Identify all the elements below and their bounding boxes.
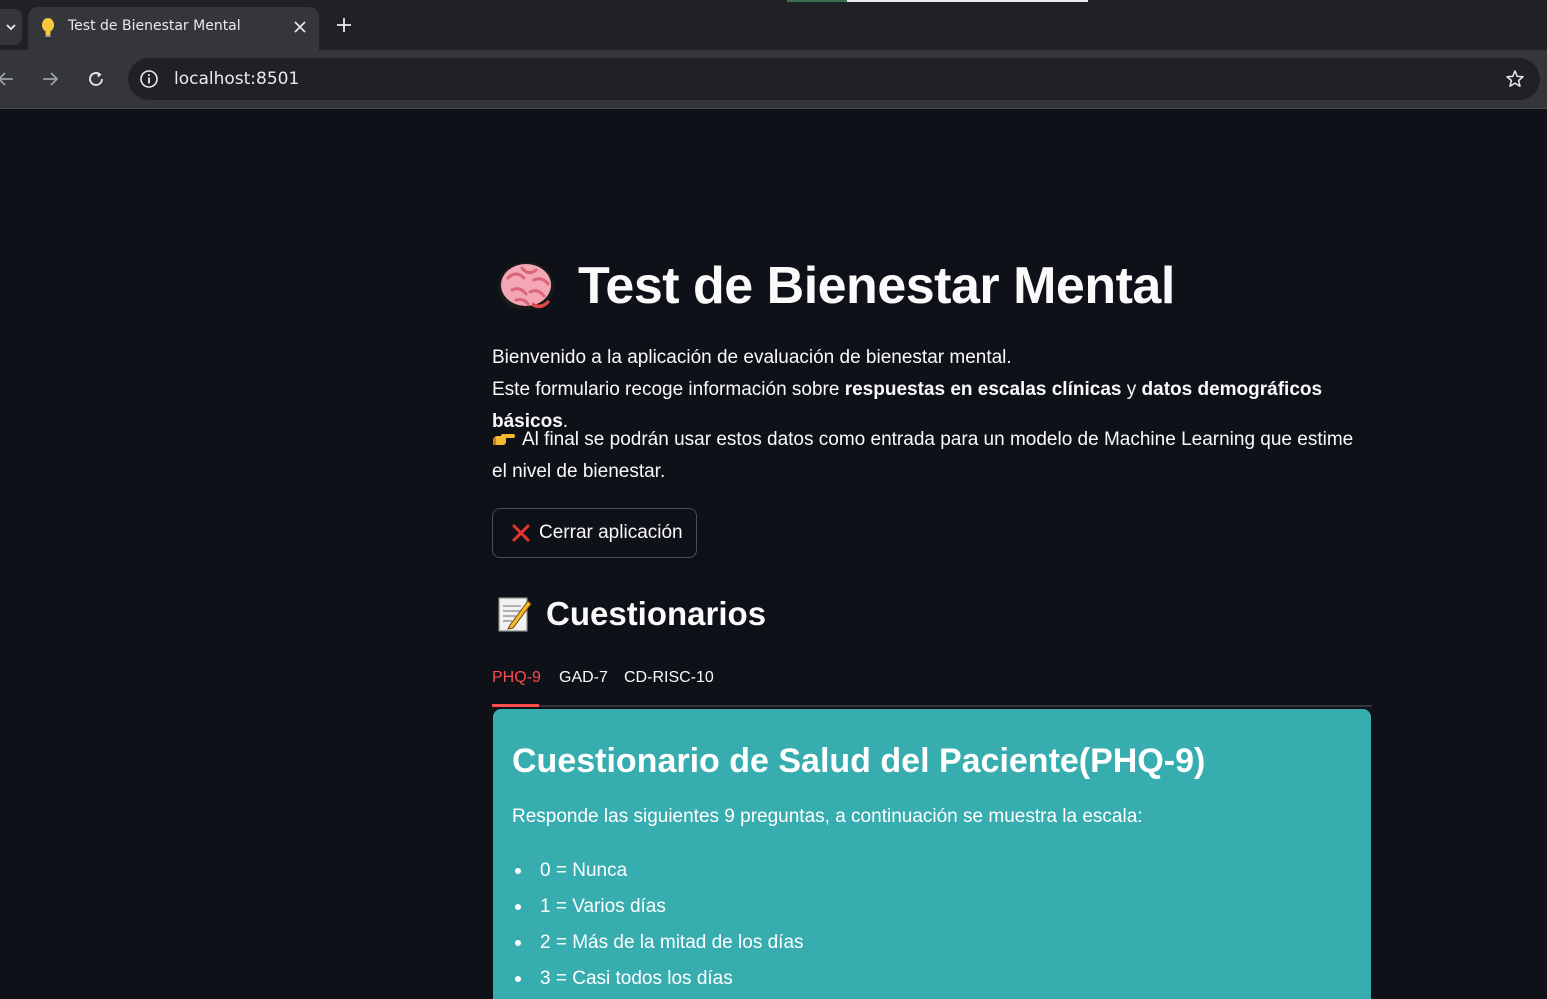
info-icon — [140, 70, 158, 88]
lightbulb-icon — [42, 18, 54, 37]
browser-tab[interactable]: Test de Bienestar Mental — [28, 7, 319, 50]
bookmark-button[interactable] — [1504, 68, 1526, 90]
plus-icon — [337, 18, 351, 32]
browser-toolbar: localhost:8501 — [0, 50, 1547, 109]
address-bar[interactable]: localhost:8501 — [128, 58, 1540, 100]
back-button[interactable] — [0, 67, 18, 91]
list-item: 0 = Nunca — [512, 855, 804, 891]
site-info-button[interactable] — [138, 68, 160, 90]
memo-icon — [498, 597, 532, 632]
list-item: 1 = Varios días — [512, 891, 804, 927]
ml-note-text: Al final se podrán usar estos datos como… — [492, 429, 1354, 482]
browser-tab-strip: Test de Bienestar Mental — [0, 0, 1547, 50]
active-tab-indicator — [492, 704, 539, 707]
intro-bold-clinical: respuestas en escalas clínicas — [844, 379, 1122, 400]
tab-cd-risc-10[interactable]: CD-RISC-10 — [624, 669, 714, 707]
tab-title: Test de Bienestar Mental — [68, 18, 241, 34]
ml-note: Al final se podrán usar estos datos como… — [492, 424, 1372, 488]
reload-button[interactable] — [84, 67, 108, 91]
reload-icon — [89, 72, 103, 86]
loading-indicator — [787, 0, 1088, 2]
close-app-button[interactable]: Cerrar aplicación — [492, 508, 697, 558]
tab-gad7[interactable]: GAD-7 — [559, 669, 608, 707]
tab-close-button[interactable] — [290, 17, 310, 37]
arrow-left-icon — [0, 72, 13, 86]
card-title: Cuestionario de Salud del Paciente(PHQ-9… — [512, 742, 1206, 780]
forward-button[interactable] — [38, 67, 62, 91]
page-title: Test de Bienestar Mental — [578, 257, 1175, 315]
tab-phq9[interactable]: PHQ-9 — [492, 669, 541, 707]
scale-list: 0 = Nunca 1 = Varios días 2 = Más de la … — [512, 855, 804, 999]
list-item: 3 = Casi todos los días — [512, 963, 804, 999]
questionnaire-tabs: PHQ-9 GAD-7 CD-RISC-10 — [492, 669, 1372, 707]
section-title: Cuestionarios — [546, 595, 767, 632]
pointing-hand-icon — [493, 434, 515, 445]
questionnaires-header: Cuestionarios — [494, 592, 766, 636]
app-content: Test de Bienestar Mental Bienvenido a la… — [0, 109, 1547, 999]
star-icon — [1506, 70, 1524, 87]
intro-line-2-mid: y — [1121, 379, 1142, 400]
cross-mark-icon — [512, 524, 530, 542]
card-description: Responde las siguientes 9 preguntas, a c… — [512, 806, 1143, 827]
tabs-divider — [492, 705, 1372, 707]
chevron-down-icon — [6, 24, 16, 31]
intro-line-2-prefix: Este formulario recoge información sobre — [492, 379, 845, 400]
close-icon — [294, 21, 306, 33]
list-item: 2 = Más de la mitad de los días — [512, 927, 804, 963]
tab-search-button[interactable] — [0, 9, 22, 45]
arrow-right-icon — [43, 72, 59, 86]
phq9-card: Cuestionario de Salud del Paciente(PHQ-9… — [493, 709, 1371, 999]
intro-line-1: Bienvenido a la aplicación de evaluación… — [492, 347, 1012, 368]
new-tab-button[interactable] — [332, 13, 356, 37]
url-text[interactable]: localhost:8501 — [174, 69, 299, 89]
close-app-button-label: Cerrar aplicación — [539, 522, 683, 543]
brain-icon — [498, 262, 554, 310]
title-row: Test de Bienestar Mental — [494, 256, 1175, 316]
